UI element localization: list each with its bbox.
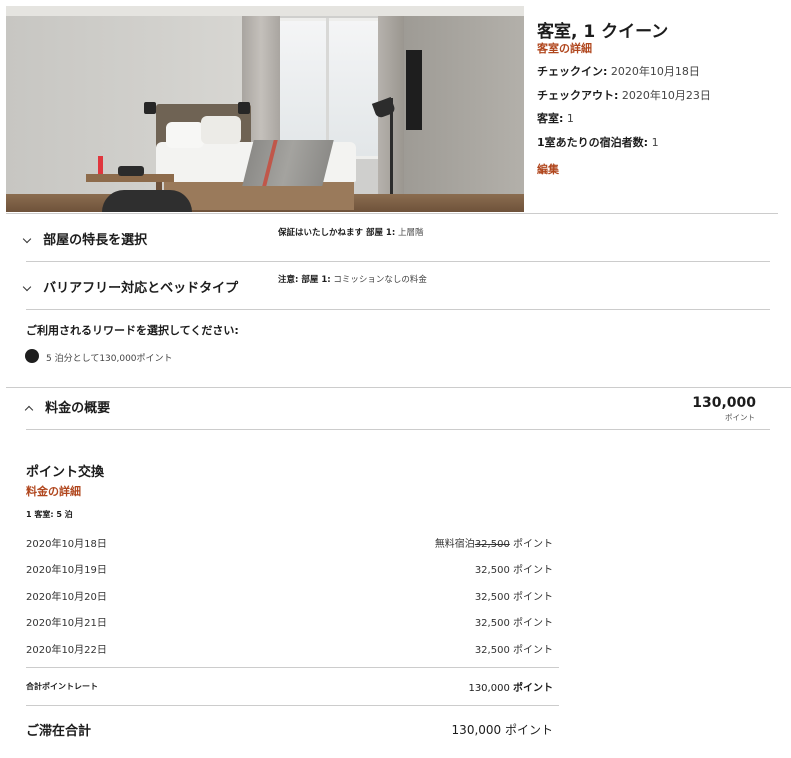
rate-details-link[interactable]: 料金の詳細 — [26, 483, 81, 499]
night-date: 2020年10月18日 — [26, 539, 107, 550]
rewards-question: ご利用されるリワードを選択してください: — [26, 324, 239, 337]
edit-link[interactable]: 編集 — [537, 161, 559, 177]
night-value: 32,500 ポイント — [475, 641, 553, 656]
checkout-row: チェックアウト: 2020年10月23日 — [537, 87, 711, 103]
guests-value: 1 — [651, 136, 659, 149]
room-features-note-bold: 保証はいたしかねます 部屋 1: — [278, 228, 396, 238]
room-photo — [6, 6, 524, 212]
total-rate-unit: ポイント — [513, 683, 553, 694]
divider — [26, 309, 770, 310]
accessibility-note-text: コミッションなしの料金 — [333, 275, 427, 285]
night-date: 2020年10月19日 — [26, 565, 107, 576]
night-value: 32,500 ポイント — [475, 588, 553, 603]
rewards-option-label[interactable]: 5 泊分として130,000ポイント — [46, 351, 173, 364]
chevron-down-icon — [22, 282, 32, 292]
room-features-toggle[interactable]: 部屋の特長を選択 — [22, 229, 148, 248]
total-rate-value: 130,000 ポイント — [468, 679, 553, 694]
night-points: 32,500 — [474, 645, 510, 656]
room-title: 客室, 1 クイーン — [537, 22, 669, 42]
divider — [26, 429, 770, 430]
divider — [26, 705, 559, 706]
struck-value: 32,500 — [474, 539, 510, 550]
night-value: 32,500 ポイント — [475, 561, 553, 576]
rooms-label: 客室: — [537, 112, 564, 125]
stay-info: 1 客室: 5 泊 — [26, 510, 73, 519]
divider — [6, 213, 778, 214]
divider — [6, 387, 791, 388]
night-unit: ポイント — [513, 618, 553, 629]
accessibility-note-bold: 注意: 部屋 1: — [278, 275, 331, 285]
guests-row: 1室あたりの宿泊者数: 1 — [537, 134, 659, 150]
checkin-row: チェックイン: 2020年10月18日 — [537, 63, 700, 79]
checkin-label: チェックイン: — [537, 65, 608, 78]
accessibility-note: 注意: 部屋 1: コミッションなしの料金 — [278, 273, 427, 285]
room-details-link[interactable]: 客室の詳細 — [537, 40, 592, 56]
room-features-note-text: 上層階 — [397, 228, 424, 238]
night-date: 2020年10月21日 — [26, 618, 107, 629]
night-value: 32,500 ポイント — [475, 614, 553, 629]
summary-total-unit: ポイント — [725, 413, 755, 422]
total-rate-label: 合計ポイントレート — [26, 682, 98, 691]
summary-total-points: 130,000 — [692, 395, 756, 411]
night-unit: ポイント — [513, 645, 553, 656]
night-unit: ポイント — [513, 565, 553, 576]
rooms-row: 客室: 1 — [537, 110, 574, 126]
total-rate-points: 130,000 — [468, 683, 510, 694]
divider — [26, 667, 559, 668]
checkin-value: 2020年10月18日 — [610, 65, 700, 78]
guests-label: 1室あたりの宿泊者数: — [537, 136, 649, 149]
night-points: 32,500 — [474, 592, 510, 603]
room-features-note: 保証はいたしかねます 部屋 1: 上層階 — [278, 226, 423, 238]
free-night-label: 無料宿泊 — [434, 539, 475, 550]
checkout-value: 2020年10月23日 — [621, 89, 711, 102]
night-unit: ポイント — [513, 592, 553, 603]
radio-selected-icon[interactable] — [25, 349, 39, 363]
points-exchange-title: ポイント交換 — [26, 465, 105, 480]
rooms-value: 1 — [566, 112, 574, 125]
night-points: 32,500 — [474, 565, 510, 576]
grand-total-value: 130,000 ポイント — [451, 723, 553, 737]
night-value: 無料宿泊32,500 ポイント — [435, 535, 553, 550]
grand-total-label: ご滞在合計 — [26, 724, 92, 739]
checkout-label: チェックアウト: — [537, 89, 619, 102]
price-summary-toggle[interactable]: 料金の概要 — [24, 397, 111, 416]
night-date: 2020年10月20日 — [26, 592, 107, 603]
night-date: 2020年10月22日 — [26, 645, 107, 656]
divider — [26, 261, 770, 262]
night-points: 32,500 — [474, 618, 510, 629]
night-unit: ポイント — [513, 539, 553, 550]
room-features-label: 部屋の特長を選択 — [43, 233, 148, 248]
chevron-down-icon — [22, 234, 32, 244]
accessibility-bed-toggle[interactable]: バリアフリー対応とベッドタイプ — [22, 277, 239, 296]
chevron-up-icon — [24, 405, 34, 415]
price-summary-label: 料金の概要 — [45, 401, 111, 416]
accessibility-bed-label: バリアフリー対応とベッドタイプ — [43, 281, 239, 296]
